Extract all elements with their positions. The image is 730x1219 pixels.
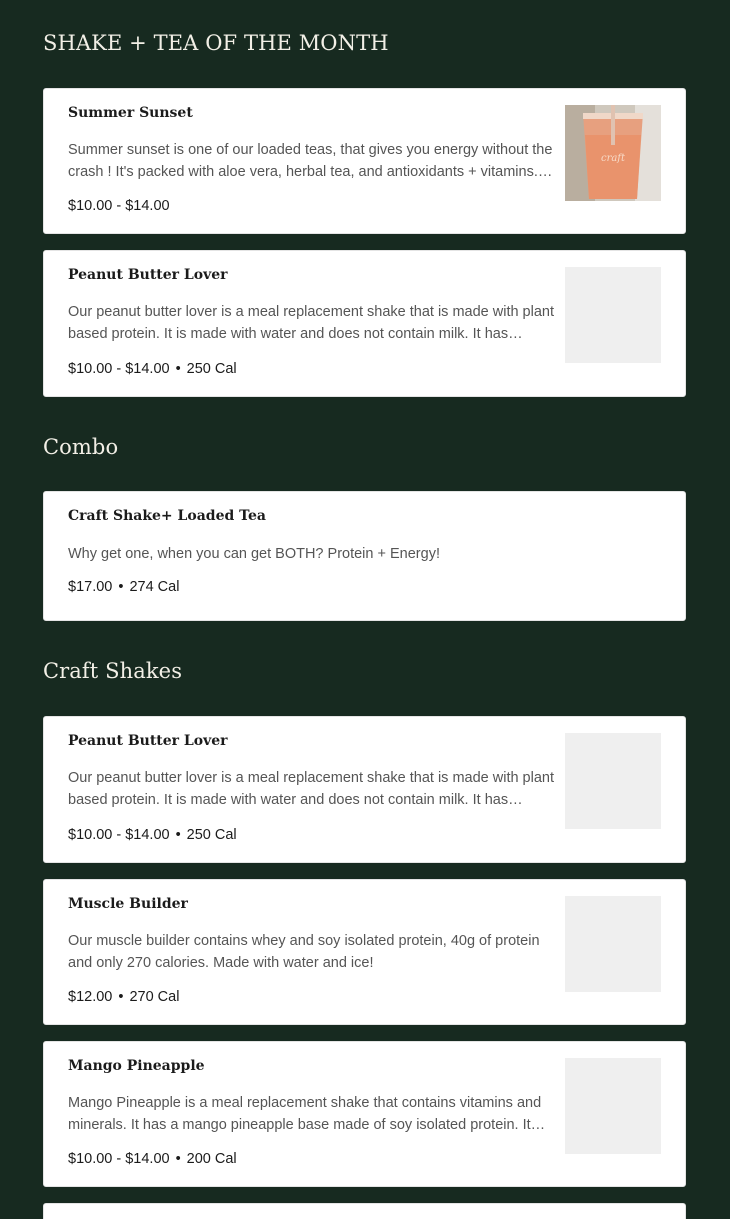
separator-dot: •: [175, 1151, 181, 1167]
item-name: Mango Pineapple: [68, 1058, 205, 1074]
item-name: Summer Sunset: [68, 105, 193, 121]
menu-item-card[interactable]: Summer Sunset Summer sunset is one of ou…: [43, 88, 686, 234]
item-name: Peanut Butter Lover: [68, 733, 228, 749]
item-image-placeholder: [565, 267, 661, 363]
item-image: craft: [565, 105, 661, 201]
item-meta: $12.00 • 270 Cal: [68, 989, 179, 1005]
item-price: $10.00 - $14.00: [68, 361, 170, 377]
item-calories: 250 Cal: [186, 361, 237, 377]
item-meta: $17.00 • 274 Cal: [68, 579, 179, 595]
separator-dot: •: [175, 827, 181, 843]
section-title-featured: SHAKE + TEA OF THE MONTH: [43, 31, 389, 55]
item-description: Our muscle builder contains whey and soy…: [68, 933, 540, 971]
menu-item-card[interactable]: Peanut Butter Lover Our peanut butter lo…: [43, 716, 686, 863]
item-meta: $10.00 - $14.00 • 250 Cal: [68, 827, 237, 843]
item-description: Summer sunset is one of our loaded teas,…: [68, 142, 553, 180]
item-calories: 200 Cal: [186, 1151, 237, 1167]
menu-item-card[interactable]: Mango Pineapple Mango Pineapple is a mea…: [43, 1041, 686, 1187]
menu-item-card[interactable]: Peanut Butter Lover Our peanut butter lo…: [43, 250, 686, 397]
item-calories: 274 Cal: [129, 579, 180, 595]
item-name: Craft Shake+ Loaded Tea: [68, 508, 266, 524]
menu-page: SHAKE + TEA OF THE MONTH Summer Sunset S…: [0, 0, 730, 1219]
item-name: Muscle Builder: [68, 896, 188, 912]
item-meta: $10.00 - $14.00 • 250 Cal: [68, 361, 237, 377]
svg-text:craft: craft: [601, 153, 626, 164]
item-price: $10.00 - $14.00: [68, 827, 170, 843]
menu-item-card-partial[interactable]: [43, 1203, 686, 1219]
item-description: Why get one, when you can get BOTH? Prot…: [68, 546, 440, 562]
item-price: $17.00: [68, 579, 113, 595]
loaded-tea-cup-photo: craft: [565, 105, 661, 201]
separator-dot: •: [175, 361, 181, 377]
item-description: Our peanut butter lover is a meal replac…: [68, 770, 554, 808]
separator-dot: •: [118, 579, 124, 595]
item-calories: 270 Cal: [129, 989, 180, 1005]
item-price: $10.00 - $14.00: [68, 198, 170, 214]
section-title-shakes: Craft Shakes: [43, 659, 183, 683]
item-name: Peanut Butter Lover: [68, 267, 228, 283]
item-description: Our peanut butter lover is a meal replac…: [68, 304, 554, 342]
item-image-placeholder: [565, 733, 661, 829]
section-title-combo: Combo: [43, 435, 119, 459]
item-image-placeholder: [565, 896, 661, 992]
item-meta: $10.00 - $14.00 • 200 Cal: [68, 1151, 237, 1167]
separator-dot: •: [118, 989, 124, 1005]
item-price: $10.00 - $14.00: [68, 1151, 170, 1167]
item-description: Mango Pineapple is a meal replacement sh…: [68, 1095, 542, 1133]
item-price: $12.00: [68, 989, 113, 1005]
item-image-placeholder: [565, 1058, 661, 1154]
item-meta: $10.00 - $14.00: [68, 198, 170, 214]
menu-item-card[interactable]: Craft Shake+ Loaded Tea Why get one, whe…: [43, 491, 686, 621]
item-calories: 250 Cal: [186, 827, 237, 843]
menu-item-card[interactable]: Muscle Builder Our muscle builder contai…: [43, 879, 686, 1025]
